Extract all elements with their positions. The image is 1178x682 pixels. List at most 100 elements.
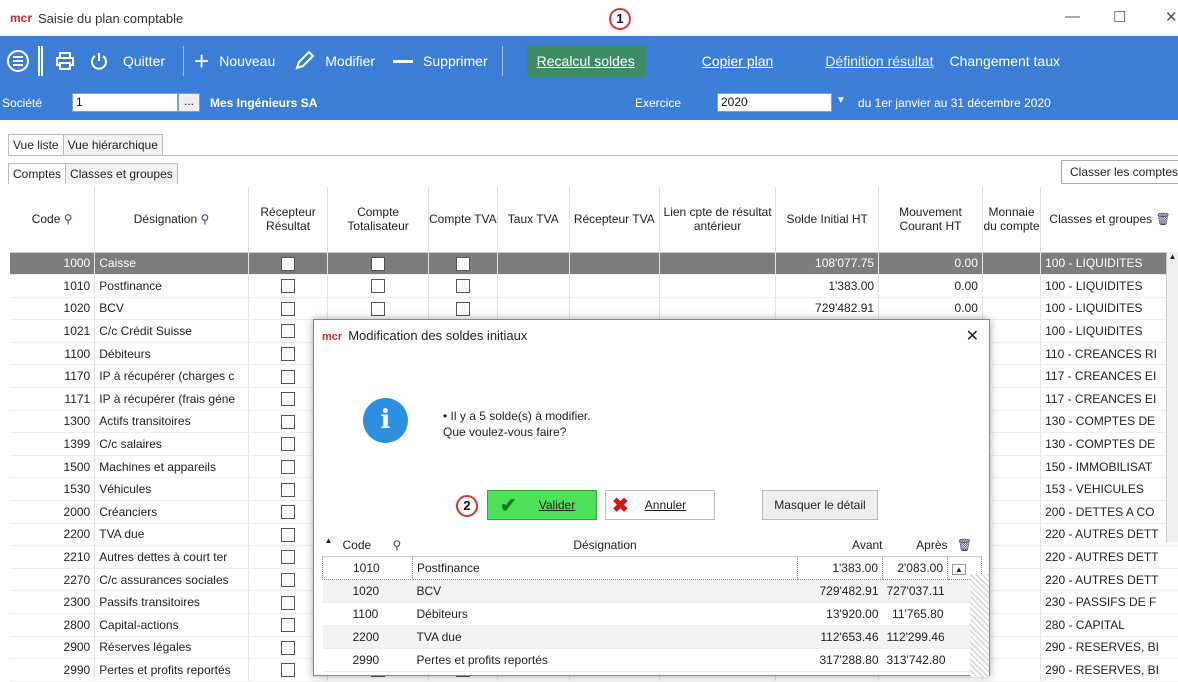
cell-name[interactable]: Postfinance [94,274,249,298]
cell-currency[interactable] [982,500,1042,524]
checkbox[interactable] [281,256,296,271]
copy-plan-button[interactable]: Copier plan [702,36,774,86]
tab-accounts[interactable]: Comptes [8,163,67,184]
column-header[interactable]: Solde Initial HT [775,187,880,253]
detail-cell-after[interactable]: 2'083.00 [882,555,948,580]
cell-code[interactable]: 2800 [10,613,96,637]
column-header[interactable]: Compte Totalisateur [327,187,429,253]
cell-group[interactable]: 220 - AUTRES DETT [1040,545,1178,569]
checkbox[interactable] [455,279,470,294]
detail-cell-code[interactable]: 2990 [322,648,413,672]
cell-name[interactable]: Autres dettes à court ter [94,545,249,569]
cell-vat-receiver[interactable] [569,274,660,298]
column-header[interactable]: Lien cpte de résultat antérieur [659,187,777,253]
cell-code[interactable]: 1530 [10,477,96,502]
cell-code[interactable]: 1100 [10,342,96,366]
quit-button[interactable]: Quitter [123,36,165,86]
checkbox[interactable] [455,301,470,316]
hide-detail-button[interactable]: Masquer le détail [762,490,878,520]
cell-name[interactable]: Capital-actions [94,613,249,637]
checkbox[interactable] [281,595,296,610]
cell-name[interactable]: Actifs transitoires [94,410,249,434]
checkbox[interactable] [281,550,296,565]
checkbox[interactable] [281,460,296,475]
cell-currency[interactable] [982,455,1042,479]
column-header[interactable]: Désignation [412,534,798,557]
cell-group[interactable]: 153 - VEHICULES [1040,477,1178,502]
cell-group[interactable]: 200 - DETTES A CO [1040,500,1178,524]
cancel-button[interactable]: ✖ Annuler [605,490,715,520]
recalc-balances-button[interactable]: Recalcul soldes [526,45,645,77]
cell-group[interactable]: 220 - AUTRES DETT [1040,568,1178,592]
checkbox[interactable] [281,414,296,429]
table-row[interactable]: 1020 BCV 729'482.91 0.00 100 - LIQUIDITES [10,297,1178,321]
detail-cell-before[interactable]: 729'482.91 [797,579,883,603]
cell-group[interactable]: 100 - LIQUIDITES [1040,274,1178,298]
detail-row[interactable]: 2200 TVA due 112'653.46 112'299.46 [322,625,982,649]
cell-code[interactable]: 1170 [10,364,96,389]
cell-group[interactable]: 117 - CREANCES EI [1040,387,1178,411]
column-header[interactable]: Avant [797,534,883,557]
cell-group[interactable]: 230 - PASSIFS DE F [1040,590,1178,614]
cell-name[interactable]: Machines et appareils [94,455,249,479]
company-field[interactable]: 1 [72,93,178,112]
cell-vat-rate[interactable] [497,252,570,276]
cell-currency[interactable] [982,432,1042,456]
checkbox[interactable] [281,482,296,497]
checkbox[interactable] [371,279,386,294]
detail-cell-name[interactable]: BCV [412,579,798,603]
column-header[interactable]: Classes et groupes 🗑 [1040,187,1178,253]
cell-currency[interactable] [982,364,1042,389]
cell-currency[interactable] [982,252,1042,276]
cell-currency[interactable] [982,342,1042,366]
cell-name[interactable]: Débiteurs [94,342,249,366]
checkbox[interactable] [455,256,470,271]
column-header[interactable]: ▲ Code ⚲ [322,534,413,557]
checkbox[interactable] [281,347,296,362]
cell-name[interactable]: IP à récupérer (charges c [94,364,249,389]
cell-name[interactable]: BCV [94,297,249,321]
cell-group[interactable]: 290 - RESERVES, BI [1040,636,1178,660]
column-header[interactable]: Mouvement Courant HT [878,187,983,253]
checkbox[interactable] [281,324,296,339]
column-header[interactable]: Monnaie du compte [982,187,1042,253]
detail-cell-code[interactable]: 1010 [322,555,413,580]
column-header[interactable]: Après [882,534,948,557]
cell-name[interactable]: Passifs transitoires [94,590,249,614]
new-button[interactable]: + Nouveau [194,36,275,86]
cell-initial-balance[interactable]: 1'383.00 [775,274,880,298]
column-header[interactable]: Compte TVA [428,187,498,253]
cell-group[interactable]: 110 - CREANCES RI [1040,342,1178,366]
tab-hierarchical-view[interactable]: Vue hiérarchique [62,134,163,155]
cell-group[interactable]: 130 - COMPTES DE [1040,410,1178,434]
cell-currency[interactable] [982,636,1042,660]
cell-code[interactable]: 2990 [10,658,96,682]
cell-currency[interactable] [982,274,1042,298]
column-header[interactable]: Taux TVA [497,187,570,253]
cell-group[interactable]: 280 - CAPITAL [1040,613,1178,637]
company-lookup-button[interactable]: ... [178,93,200,112]
maximize-button[interactable]: ☐ [1113,8,1126,26]
detail-cell-code[interactable]: 1100 [322,602,413,626]
cell-group[interactable]: 100 - LIQUIDITES [1040,297,1178,321]
cell-currency[interactable] [982,297,1042,321]
cell-code[interactable]: 1020 [10,297,96,321]
cell-code[interactable]: 2270 [10,568,96,592]
detail-row[interactable]: 2990 Pertes et profits reportés 317'288.80… [322,648,982,672]
chevron-down-icon[interactable]: ▼ [836,95,846,106]
cell-vat-rate[interactable] [497,297,570,321]
cell-initial-balance[interactable]: 729'482.91 [775,297,880,321]
detail-cell-after[interactable]: 112'299.46 [882,625,948,649]
cell-name[interactable]: Pertes et profits reportés [94,658,249,682]
cell-group[interactable]: 290 - RESERVES, BI [1040,658,1178,682]
detail-cell-after[interactable]: 313'742.80 [882,648,948,672]
checkbox[interactable] [371,256,386,271]
cell-vat-receiver[interactable] [569,252,660,276]
cell-code[interactable]: 2200 [10,523,96,547]
checkbox[interactable] [281,279,296,294]
cell-group[interactable]: 130 - COMPTES DE [1040,432,1178,456]
validate-button[interactable]: ✔ Valider [487,490,597,520]
detail-cell-name[interactable]: Pertes et profits reportés [412,648,798,672]
detail-row[interactable]: 1010 Postfinance 1'383.00 2'083.00 ▲ [322,555,982,580]
checkbox[interactable] [281,301,296,316]
